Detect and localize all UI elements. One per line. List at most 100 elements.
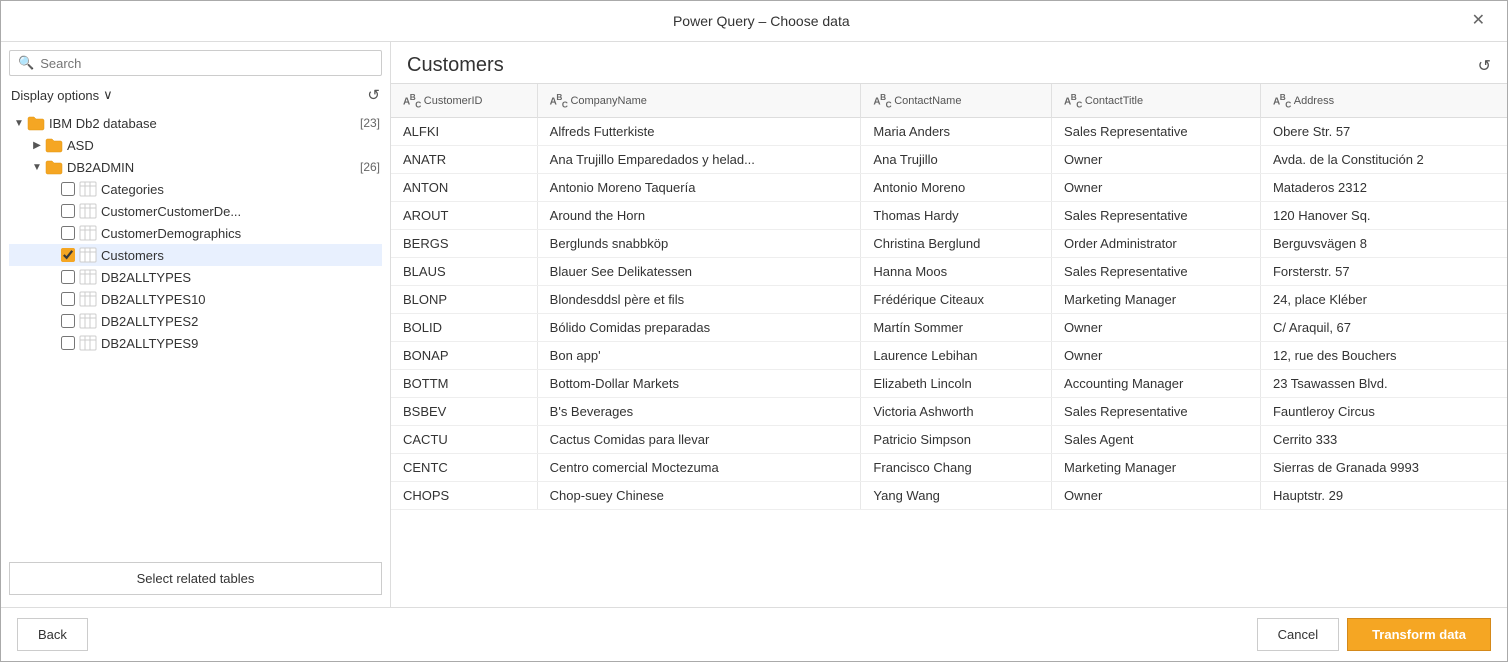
- tree-node-db2alltypes10[interactable]: ▶ DB2ALLTYPES10: [9, 288, 382, 310]
- table-row: ALFKIAlfreds FutterkisteMaria AndersSale…: [391, 118, 1507, 146]
- search-input[interactable]: [40, 56, 373, 71]
- table-cell: Blondesddsl père et fils: [537, 286, 861, 314]
- table-cell: 120 Hanover Sq.: [1260, 202, 1507, 230]
- node-label-categories: Categories: [101, 182, 380, 197]
- tree-node-customers[interactable]: ▶ Customers: [9, 244, 382, 266]
- table-cell: BSBEV: [391, 398, 537, 426]
- node-count-db2admin: [26]: [360, 160, 380, 174]
- table-cell: Ana Trujillo: [861, 146, 1052, 174]
- table-cell: Yang Wang: [861, 482, 1052, 510]
- dialog-footer: Back Cancel Transform data: [1, 607, 1507, 661]
- table-cell: Cerrito 333: [1260, 426, 1507, 454]
- checkbox-db2alltypes2[interactable]: [61, 314, 75, 328]
- table-cell: Antonio Moreno: [861, 174, 1052, 202]
- table-cell: BONAP: [391, 342, 537, 370]
- table-row: ANATRAna Trujillo Emparedados y helad...…: [391, 146, 1507, 174]
- checkbox-db2alltypes[interactable]: [61, 270, 75, 284]
- tree-node-customercustomerde[interactable]: ▶ CustomerCustomerDe...: [9, 200, 382, 222]
- table-body: ALFKIAlfreds FutterkisteMaria AndersSale…: [391, 118, 1507, 510]
- footer-right: Cancel Transform data: [1257, 618, 1491, 651]
- chevron-icon: ▼: [11, 115, 27, 131]
- table-cell: B's Beverages: [537, 398, 861, 426]
- table-cell: Martín Sommer: [861, 314, 1052, 342]
- table-cell: Centro comercial Moctezuma: [537, 454, 861, 482]
- table-cell: Owner: [1052, 314, 1261, 342]
- col-type-badge-companyname: ABC: [550, 92, 568, 109]
- cancel-button[interactable]: Cancel: [1257, 618, 1339, 651]
- table-cell: 12, rue des Bouchers: [1260, 342, 1507, 370]
- data-table: ABC CustomerID ABC CompanyName: [391, 84, 1507, 510]
- table-cell: C/ Araquil, 67: [1260, 314, 1507, 342]
- checkbox-customers[interactable]: [61, 248, 75, 262]
- table-icon-db2alltypes2: [79, 313, 97, 329]
- close-button[interactable]: ✕: [1466, 11, 1491, 31]
- table-cell: Elizabeth Lincoln: [861, 370, 1052, 398]
- chevron-icon-asd: ▶: [29, 137, 45, 153]
- dialog: Power Query – Choose data ✕ 🔍 Display op…: [0, 0, 1508, 662]
- display-options-toggle[interactable]: Display options ∨: [11, 87, 113, 103]
- table-cell: Hanna Moos: [861, 258, 1052, 286]
- table-icon-db2alltypes: [79, 269, 97, 285]
- tree-area: ▼ IBM Db2 database [23] ▶ ASD: [9, 112, 382, 554]
- table-scroll-wrapper[interactable]: ABC CustomerID ABC CompanyName: [391, 83, 1507, 607]
- table-cell: Mataderos 2312: [1260, 174, 1507, 202]
- tree-node-db2alltypes2[interactable]: ▶ DB2ALLTYPES2: [9, 310, 382, 332]
- select-related-tables-button[interactable]: Select related tables: [9, 562, 382, 595]
- table-icon-customerdemographics: [79, 225, 97, 241]
- title-bar: Power Query – Choose data ✕: [1, 1, 1507, 42]
- tree-node-db2alltypes9[interactable]: ▶ DB2ALLTYPES9: [9, 332, 382, 354]
- tree-node-db2alltypes[interactable]: ▶ DB2ALLTYPES: [9, 266, 382, 288]
- table-cell: Frédérique Citeaux: [861, 286, 1052, 314]
- chevron-icon-db2admin: ▼: [29, 159, 45, 175]
- node-label-asd: ASD: [67, 138, 380, 153]
- tree-node-categories[interactable]: ▶ Categories: [9, 178, 382, 200]
- right-panel: Customers ↺ ABC CustomerID: [391, 42, 1507, 607]
- table-cell: Owner: [1052, 146, 1261, 174]
- table-row: CHOPSChop-suey ChineseYang WangOwnerHaup…: [391, 482, 1507, 510]
- node-label-ibm-db2: IBM Db2 database: [49, 116, 354, 131]
- table-icon-db2alltypes10: [79, 291, 97, 307]
- col-header-companyname: ABC CompanyName: [537, 84, 861, 118]
- checkbox-categories[interactable]: [61, 182, 75, 196]
- col-name-contacttitle: ContactTitle: [1085, 95, 1143, 107]
- table-cell: Berguvsvägen 8: [1260, 230, 1507, 258]
- col-type-badge-address: ABC: [1273, 92, 1291, 109]
- table-cell: Francisco Chang: [861, 454, 1052, 482]
- table-cell: Accounting Manager: [1052, 370, 1261, 398]
- table-cell: Laurence Lebihan: [861, 342, 1052, 370]
- table-cell: CENTC: [391, 454, 537, 482]
- tree-node-customerdemographics[interactable]: ▶ CustomerDemographics: [9, 222, 382, 244]
- table-cell: Avda. de la Constitución 2: [1260, 146, 1507, 174]
- table-cell: BLAUS: [391, 258, 537, 286]
- tree-node-db2admin[interactable]: ▼ DB2ADMIN [26]: [9, 156, 382, 178]
- table-cell: Forsterstr. 57: [1260, 258, 1507, 286]
- checkbox-customerdemographics[interactable]: [61, 226, 75, 240]
- right-refresh-button[interactable]: ↺: [1478, 56, 1491, 76]
- table-cell: BERGS: [391, 230, 537, 258]
- table-header-row: ABC CustomerID ABC CompanyName: [391, 84, 1507, 118]
- table-cell: Owner: [1052, 482, 1261, 510]
- tree-node-asd[interactable]: ▶ ASD: [9, 134, 382, 156]
- col-header-customerid: ABC CustomerID: [391, 84, 537, 118]
- table-cell: Bólido Comidas preparadas: [537, 314, 861, 342]
- checkbox-customercustomerde[interactable]: [61, 204, 75, 218]
- transform-data-button[interactable]: Transform data: [1347, 618, 1491, 651]
- table-cell: Antonio Moreno Taquería: [537, 174, 861, 202]
- col-name-address: Address: [1294, 95, 1334, 107]
- table-cell: Owner: [1052, 342, 1261, 370]
- table-row: BLONPBlondesddsl père et filsFrédérique …: [391, 286, 1507, 314]
- right-panel-title: Customers: [407, 54, 504, 77]
- display-options-label-text: Display options: [11, 88, 99, 103]
- col-name-companyname: CompanyName: [570, 95, 646, 107]
- checkbox-db2alltypes9[interactable]: [61, 336, 75, 350]
- checkbox-db2alltypes10[interactable]: [61, 292, 75, 306]
- table-cell: Patricio Simpson: [861, 426, 1052, 454]
- back-button[interactable]: Back: [17, 618, 88, 651]
- table-cell: ALFKI: [391, 118, 537, 146]
- table-icon-customercustomerde: [79, 203, 97, 219]
- col-type-badge-contactname: ABC: [873, 92, 891, 109]
- node-label-db2alltypes: DB2ALLTYPES: [101, 270, 380, 285]
- left-refresh-button[interactable]: ↺: [367, 86, 380, 104]
- table-cell: Order Administrator: [1052, 230, 1261, 258]
- tree-node-ibm-db2[interactable]: ▼ IBM Db2 database [23]: [9, 112, 382, 134]
